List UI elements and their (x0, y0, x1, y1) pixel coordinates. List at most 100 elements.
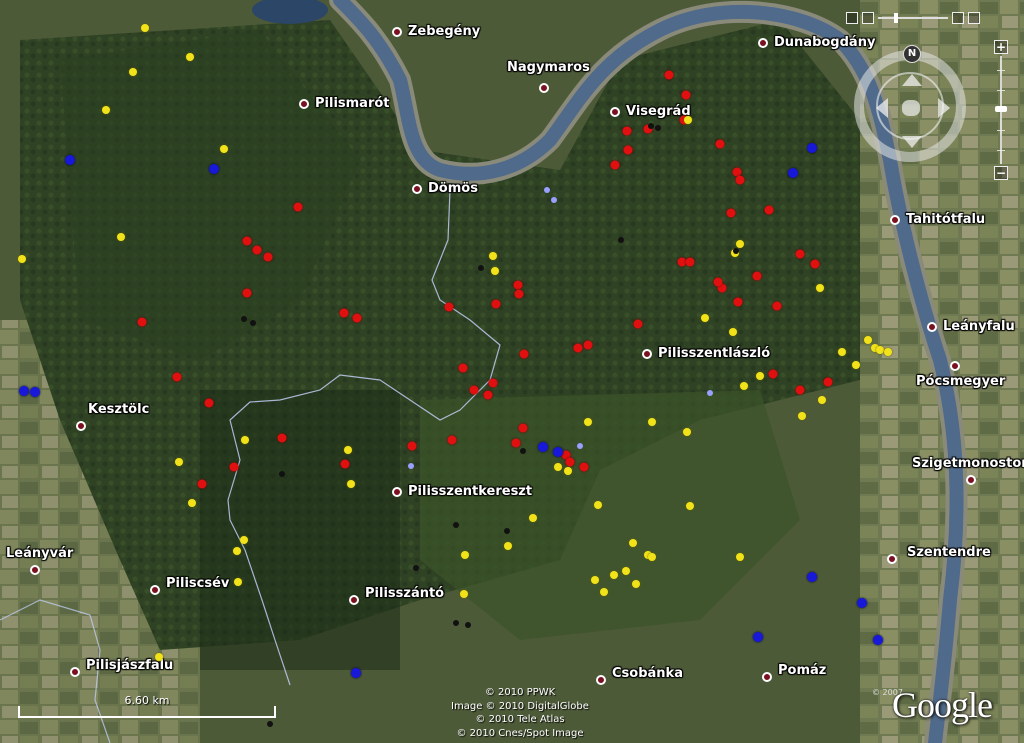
blue-marker-icon[interactable] (19, 386, 29, 396)
yellow-marker-icon[interactable] (234, 578, 242, 586)
red-marker-icon[interactable] (447, 435, 457, 445)
yellow-marker-icon[interactable] (622, 567, 630, 575)
yellow-marker-icon[interactable] (610, 571, 618, 579)
place-szigetmonostor[interactable]: Szigetmonostor (912, 456, 1024, 487)
blue-marker-icon[interactable] (807, 143, 817, 153)
red-marker-icon[interactable] (511, 438, 521, 448)
place-leanyvar[interactable]: Leányvár (6, 546, 113, 577)
yellow-marker-icon[interactable] (701, 314, 709, 322)
red-marker-icon[interactable] (713, 277, 723, 287)
pan-up-arrow-icon[interactable] (902, 74, 922, 86)
blue-marker-icon[interactable] (351, 668, 361, 678)
blue-marker-icon[interactable] (553, 447, 563, 457)
red-marker-icon[interactable] (252, 245, 262, 255)
red-marker-icon[interactable] (685, 257, 695, 267)
yellow-marker-icon[interactable] (838, 348, 846, 356)
yellow-marker-icon[interactable] (175, 458, 183, 466)
yellow-marker-icon[interactable] (648, 553, 656, 561)
yellow-marker-icon[interactable] (344, 446, 352, 454)
red-marker-icon[interactable] (242, 288, 252, 298)
red-marker-icon[interactable] (610, 160, 620, 170)
yellow-marker-icon[interactable] (117, 233, 125, 241)
red-marker-icon[interactable] (752, 271, 762, 281)
hand-icon[interactable] (902, 100, 920, 116)
yellow-marker-icon[interactable] (729, 328, 737, 336)
blue-marker-icon[interactable] (788, 168, 798, 178)
place-kesztolc[interactable]: Kesztölc (76, 402, 153, 433)
view-mode-icon[interactable] (846, 12, 858, 24)
yellow-marker-icon[interactable] (594, 501, 602, 509)
red-marker-icon[interactable] (491, 299, 501, 309)
black-marker-icon[interactable] (279, 471, 285, 477)
red-marker-icon[interactable] (622, 126, 632, 136)
place-pilisjaszfalu[interactable]: Pilisjászfalu (70, 658, 173, 679)
tilt-slider[interactable] (878, 13, 948, 23)
star-marker-icon[interactable] (408, 463, 414, 469)
blue-marker-icon[interactable] (30, 387, 40, 397)
reset-view-icon[interactable] (952, 12, 964, 24)
red-marker-icon[interactable] (263, 252, 273, 262)
place-pilismarot[interactable]: Pilismarót (299, 96, 390, 111)
yellow-marker-icon[interactable] (629, 539, 637, 547)
red-marker-icon[interactable] (340, 459, 350, 469)
red-marker-icon[interactable] (633, 319, 643, 329)
yellow-marker-icon[interactable] (564, 467, 572, 475)
yellow-marker-icon[interactable] (736, 553, 744, 561)
look-mode-icon[interactable] (862, 12, 874, 24)
yellow-marker-icon[interactable] (816, 284, 824, 292)
yellow-marker-icon[interactable] (129, 68, 137, 76)
place-szentendre[interactable]: Szentendre (887, 545, 991, 566)
yellow-marker-icon[interactable] (489, 252, 497, 260)
yellow-marker-icon[interactable] (686, 502, 694, 510)
red-marker-icon[interactable] (339, 308, 349, 318)
north-indicator[interactable]: N (903, 45, 921, 63)
yellow-marker-icon[interactable] (460, 590, 468, 598)
black-marker-icon[interactable] (453, 620, 459, 626)
blue-marker-icon[interactable] (873, 635, 883, 645)
yellow-marker-icon[interactable] (864, 336, 872, 344)
yellow-marker-icon[interactable] (347, 480, 355, 488)
place-pilisszentlaszlo[interactable]: Pilisszentlászló (642, 346, 770, 361)
red-marker-icon[interactable] (137, 317, 147, 327)
yellow-marker-icon[interactable] (529, 514, 537, 522)
red-marker-icon[interactable] (518, 423, 528, 433)
place-tahitotfalu[interactable]: Tahitótfalu (890, 212, 985, 227)
red-marker-icon[interactable] (795, 249, 805, 259)
yellow-marker-icon[interactable] (648, 418, 656, 426)
star-marker-icon[interactable] (577, 443, 583, 449)
blue-marker-icon[interactable] (857, 598, 867, 608)
yellow-marker-icon[interactable] (241, 436, 249, 444)
yellow-marker-icon[interactable] (18, 255, 26, 263)
red-marker-icon[interactable] (715, 139, 725, 149)
yellow-marker-icon[interactable] (491, 267, 499, 275)
black-marker-icon[interactable] (504, 528, 510, 534)
yellow-marker-icon[interactable] (600, 588, 608, 596)
red-marker-icon[interactable] (726, 208, 736, 218)
yellow-marker-icon[interactable] (155, 653, 163, 661)
place-piliscsev[interactable]: Piliscsév (150, 576, 229, 597)
red-marker-icon[interactable] (573, 343, 583, 353)
zoom-in-button[interactable]: + (994, 40, 1008, 54)
yellow-marker-icon[interactable] (756, 372, 764, 380)
red-marker-icon[interactable] (565, 457, 575, 467)
black-marker-icon[interactable] (250, 320, 256, 326)
yellow-marker-icon[interactable] (798, 412, 806, 420)
place-csobanka[interactable]: Csobánka (596, 666, 683, 687)
yellow-marker-icon[interactable] (684, 116, 692, 124)
yellow-marker-icon[interactable] (852, 361, 860, 369)
red-marker-icon[interactable] (764, 205, 774, 215)
yellow-marker-icon[interactable] (591, 576, 599, 584)
yellow-marker-icon[interactable] (740, 382, 748, 390)
place-pilisszentkereszt[interactable]: Pilisszentkereszt (392, 484, 532, 499)
red-marker-icon[interactable] (293, 202, 303, 212)
red-marker-icon[interactable] (458, 363, 468, 373)
place-zebegeny[interactable]: Zebegény (392, 24, 480, 39)
red-marker-icon[interactable] (204, 398, 214, 408)
yellow-marker-icon[interactable] (461, 551, 469, 559)
red-marker-icon[interactable] (735, 175, 745, 185)
red-marker-icon[interactable] (514, 289, 524, 299)
red-marker-icon[interactable] (733, 297, 743, 307)
red-marker-icon[interactable] (444, 302, 454, 312)
yellow-marker-icon[interactable] (632, 580, 640, 588)
blue-marker-icon[interactable] (753, 632, 763, 642)
